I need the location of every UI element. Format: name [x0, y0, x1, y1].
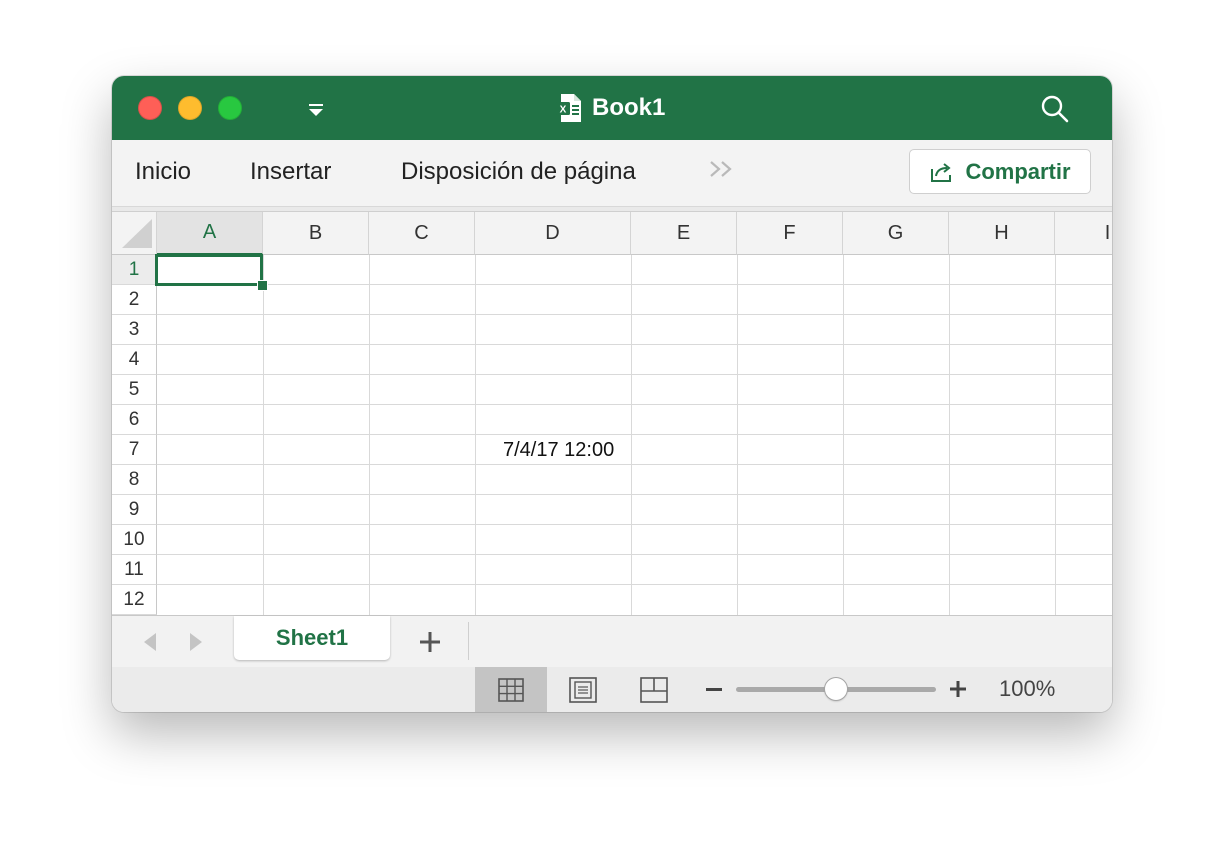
row-header-10[interactable]: 10 [112, 525, 157, 555]
column-header-e[interactable]: E [631, 212, 737, 255]
page-layout-view-icon [569, 676, 597, 703]
select-all-corner[interactable] [112, 212, 157, 255]
cell-d7[interactable]: 7/4/17 12:00 [503, 439, 614, 462]
row-header-8[interactable]: 8 [112, 465, 157, 495]
ribbon-tabs-bar: Inicio Insertar Disposición de página Co… [112, 140, 1112, 207]
search-icon[interactable] [1040, 94, 1070, 124]
minimize-window-button[interactable] [178, 96, 202, 120]
row-header-4[interactable]: 4 [112, 345, 157, 375]
row-gridline [157, 524, 1112, 525]
column-gridline [369, 255, 370, 615]
tab-disposicion-de-pagina[interactable]: Disposición de página [401, 157, 636, 187]
column-gridline [949, 255, 950, 615]
page-break-preview-icon [640, 676, 668, 703]
share-button-label: Compartir [965, 158, 1071, 184]
zoom-in-icon[interactable] [950, 681, 966, 697]
row-gridline [157, 554, 1112, 555]
page-layout-view-button[interactable] [547, 667, 619, 712]
document-title: X Book1 [556, 92, 665, 124]
column-gridline [263, 255, 264, 615]
column-header-f[interactable]: F [737, 212, 843, 255]
column-header-h[interactable]: H [949, 212, 1055, 255]
row-header-7[interactable]: 7 [112, 435, 157, 465]
add-sheet-icon[interactable] [419, 631, 441, 653]
zoom-out-icon[interactable] [706, 688, 722, 691]
column-header-c[interactable]: C [369, 212, 475, 255]
column-gridline [475, 255, 476, 615]
column-gridline [843, 255, 844, 615]
row-header-3[interactable]: 3 [112, 315, 157, 345]
active-cell-selection[interactable] [155, 254, 263, 286]
column-header-d[interactable]: D [475, 212, 631, 255]
more-tabs-chevron-icon[interactable] [708, 158, 736, 180]
sheet-tab-sheet1[interactable]: Sheet1 [234, 616, 390, 660]
close-window-button[interactable] [138, 96, 162, 120]
row-header-2[interactable]: 2 [112, 285, 157, 315]
share-icon [931, 162, 952, 182]
column-gridline [737, 255, 738, 615]
row-header-1[interactable]: 1 [112, 255, 157, 285]
svg-text:X: X [560, 105, 567, 116]
row-gridline [157, 404, 1112, 405]
zoom-slider-thumb[interactable] [825, 678, 847, 700]
row-gridline [157, 494, 1112, 495]
fill-handle[interactable] [257, 280, 268, 291]
select-all-triangle-icon [122, 219, 152, 248]
quick-access-menu-icon[interactable] [306, 100, 326, 120]
zoom-level-label[interactable]: 100% [999, 676, 1055, 702]
row-gridline [157, 434, 1112, 435]
row-gridline [157, 314, 1112, 315]
excel-file-icon: X [556, 94, 581, 122]
next-sheet-arrow-icon[interactable] [188, 632, 204, 652]
status-bar: 100% [112, 667, 1112, 712]
tab-inicio[interactable]: Inicio [135, 157, 191, 187]
sheet-tabs-divider [468, 622, 469, 660]
row-header-12[interactable]: 12 [112, 585, 157, 615]
previous-sheet-arrow-icon[interactable] [142, 632, 158, 652]
normal-view-grid-icon [498, 677, 524, 702]
page-break-view-button[interactable] [618, 667, 690, 712]
column-header-g[interactable]: G [843, 212, 949, 255]
column-header-i[interactable]: I [1055, 212, 1112, 255]
column-header-a[interactable]: A [157, 212, 263, 255]
column-header-b[interactable]: B [263, 212, 369, 255]
column-gridline [1055, 255, 1056, 615]
row-gridline [157, 584, 1112, 585]
excel-window: X Book1 Inicio Insertar Disposición de p… [112, 76, 1112, 712]
row-header-9[interactable]: 9 [112, 495, 157, 525]
row-header-5[interactable]: 5 [112, 375, 157, 405]
tab-insertar[interactable]: Insertar [250, 157, 331, 187]
row-header-11[interactable]: 11 [112, 555, 157, 585]
sheet-tabs-bar: Sheet1 [112, 615, 1112, 668]
zoom-window-button[interactable] [218, 96, 242, 120]
share-button[interactable]: Compartir [909, 149, 1091, 194]
row-gridline [157, 464, 1112, 465]
row-gridline [157, 374, 1112, 375]
row-gridline [157, 344, 1112, 345]
worksheet-grid[interactable]: A B C D E F G H I 1 2 3 4 5 6 7 8 9 10 1… [112, 212, 1112, 615]
document-title-text: Book1 [592, 94, 666, 121]
row-gridline [157, 284, 1112, 285]
title-bar: X Book1 [112, 76, 1112, 140]
normal-view-button[interactable] [475, 667, 547, 712]
row-header-6[interactable]: 6 [112, 405, 157, 435]
column-gridline [631, 255, 632, 615]
